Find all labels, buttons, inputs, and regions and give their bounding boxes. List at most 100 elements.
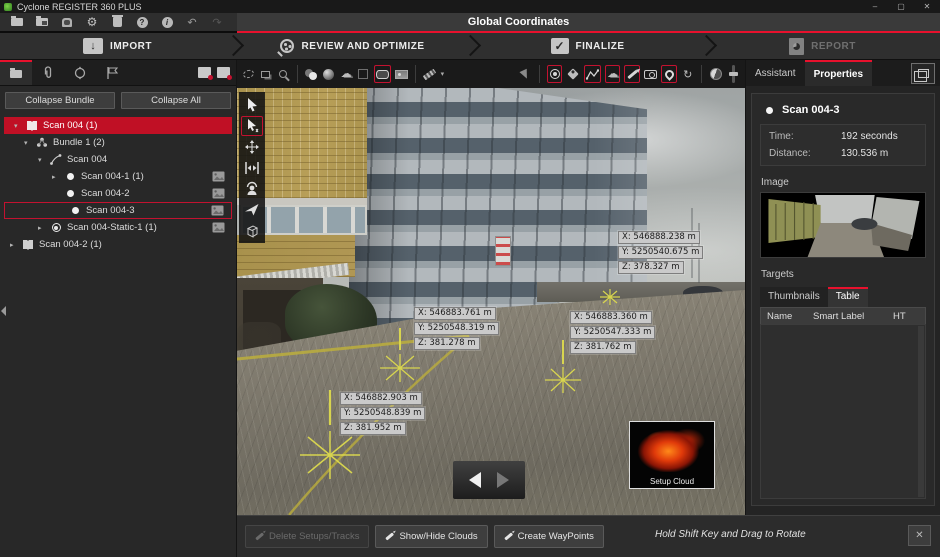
column-name[interactable]: Name	[761, 311, 813, 322]
zoom-window-icon[interactable]	[277, 66, 290, 82]
pan-icon[interactable]	[239, 136, 265, 157]
tree-row-bundle-1[interactable]: Bundle 1 (2)	[0, 134, 232, 151]
open-project-icon[interactable]	[35, 15, 49, 29]
column-smart-label[interactable]: Smart Label	[813, 311, 893, 322]
caret-right-icon[interactable]	[52, 173, 63, 181]
fly-icon[interactable]	[239, 199, 265, 220]
tree-row-scan-004-2-bundle[interactable]: Scan 004-2 (1)	[0, 236, 232, 253]
import-icon	[83, 38, 103, 54]
left-panel-collapse-arrow[interactable]	[1, 306, 6, 316]
folder-icon	[10, 70, 22, 78]
previous-setup-button[interactable]	[469, 472, 481, 488]
open-folder-icon[interactable]	[10, 15, 24, 29]
project-book-icon	[25, 120, 39, 131]
create-waypoints-button[interactable]: Create WayPoints	[494, 525, 604, 548]
select-cursor-icon[interactable]	[239, 94, 265, 115]
import-more-data-icon[interactable]	[198, 67, 211, 78]
tree-row-scan-004-3[interactable]: Scan 004-3	[4, 202, 232, 219]
panorama-view-icon[interactable]	[374, 65, 391, 83]
point-colors-icon[interactable]	[305, 66, 318, 82]
tab-properties[interactable]: Properties	[805, 60, 872, 86]
multi-select-cursor-icon[interactable]	[241, 116, 263, 136]
show-hide-clouds-button[interactable]: Show/Hide Clouds	[375, 525, 487, 548]
tab-bundle-graph[interactable]	[96, 60, 128, 85]
add-bundle-icon[interactable]	[217, 67, 230, 78]
rectangle-select-icon[interactable]	[259, 66, 272, 82]
bottom-bar-close-button[interactable]: ✕	[908, 525, 931, 546]
undo-icon[interactable]: ↶	[185, 15, 199, 29]
collapse-all-button[interactable]: Collapse All	[121, 92, 231, 109]
maximize-button[interactable]: ▢	[888, 0, 914, 13]
add-cloud-icon[interactable]: ☁	[605, 65, 621, 83]
tree-row-scan-004-track[interactable]: Scan 004	[0, 151, 232, 168]
redo-icon[interactable]: ↷	[210, 15, 224, 29]
help-icon[interactable]	[135, 15, 149, 29]
caret-down-icon[interactable]	[38, 156, 49, 164]
add-waypoint-icon[interactable]	[661, 65, 677, 83]
caret-down-icon[interactable]	[14, 122, 25, 130]
tab-attachments[interactable]	[32, 60, 64, 85]
tree-row-scan-004-2-setup[interactable]: Scan 004-2	[0, 185, 232, 202]
pano-image-icon[interactable]	[395, 66, 408, 82]
track-link-icon	[49, 154, 63, 165]
pano-frame-icon[interactable]	[357, 66, 370, 82]
workflow-step-finalize[interactable]: FINALIZE	[470, 33, 705, 59]
setup-cloud-label: Setup Cloud	[630, 477, 714, 486]
tab-sitemap[interactable]	[64, 60, 96, 85]
tab-table[interactable]: Table	[828, 287, 868, 307]
tab-project-explorer[interactable]	[0, 60, 32, 85]
targets-table-scrollbar[interactable]	[918, 326, 924, 497]
workflow-step-report[interactable]: REPORT	[705, 33, 940, 59]
view-globe-icon[interactable]	[709, 66, 722, 82]
opacity-slider[interactable]	[727, 66, 740, 82]
scan-image-thumbnail[interactable]	[760, 192, 926, 258]
toolbar-divider	[539, 65, 540, 83]
add-label-icon[interactable]	[566, 66, 579, 82]
minimize-button[interactable]: –	[862, 0, 888, 13]
next-setup-button[interactable]	[497, 472, 509, 488]
setup-cloud-thumbnail[interactable]: Setup Cloud	[629, 421, 715, 489]
info-icon[interactable]	[160, 15, 174, 29]
image-thumbnail-icon[interactable]	[212, 188, 225, 199]
tree-row-scan-004-1[interactable]: Scan 004-1 (1)	[0, 168, 232, 185]
look-around-icon[interactable]	[239, 178, 265, 199]
delete-icon[interactable]	[110, 15, 124, 29]
pick-point-icon[interactable]	[519, 66, 532, 82]
collapse-bundle-button[interactable]: Collapse Bundle	[5, 92, 115, 109]
caret-right-icon[interactable]	[38, 224, 49, 232]
workflow-step-import[interactable]: IMPORT	[0, 33, 235, 59]
workflow-step-review-and-optimize[interactable]: REVIEW AND OPTIMIZE	[235, 33, 470, 59]
image-thumbnail-icon[interactable]	[212, 171, 225, 182]
publish-icon[interactable]	[60, 15, 74, 29]
caret-down-icon[interactable]	[24, 139, 35, 147]
setup-dot-icon	[63, 173, 77, 180]
add-mark-icon[interactable]	[624, 65, 640, 83]
add-camera-icon[interactable]	[644, 66, 657, 82]
tree-row-scan-004-static-1[interactable]: Scan 004-Static-1 (1)	[0, 219, 232, 236]
tab-assistant[interactable]: Assistant	[746, 60, 805, 86]
fence-select-icon[interactable]	[242, 66, 255, 82]
column-ht[interactable]: HT	[893, 311, 923, 322]
static-target-icon	[49, 223, 63, 232]
measure-dropdown-caret[interactable]: ▾	[441, 70, 448, 78]
tree-row-scan-004[interactable]: Scan 004 (1)	[4, 117, 232, 134]
measure-tool-icon[interactable]	[423, 66, 436, 82]
close-button[interactable]: ✕	[914, 0, 940, 13]
rotate-mode-icon[interactable]: ↻	[681, 66, 694, 82]
cube-view-icon[interactable]	[239, 220, 265, 241]
float-panel-button[interactable]	[911, 63, 935, 84]
image-thumbnail-icon[interactable]	[212, 222, 225, 233]
zoom-extents-icon[interactable]	[239, 157, 265, 178]
add-polyline-icon[interactable]	[584, 65, 601, 83]
image-thumbnail-icon[interactable]	[211, 205, 224, 216]
panorama-scene[interactable]: X: 546888.238 m Y: 5250540.675 m Z: 378.…	[237, 88, 745, 515]
settings-gear-icon[interactable]: ⚙	[85, 15, 99, 29]
caret-right-icon[interactable]	[10, 241, 21, 249]
toolbar-divider	[297, 65, 298, 83]
sphere-view-icon[interactable]	[322, 66, 335, 82]
delete-setups-tracks-button[interactable]: Delete Setups/Tracks	[245, 525, 369, 548]
setup-dot-icon	[766, 107, 773, 114]
find-target-icon[interactable]	[547, 65, 563, 83]
tab-thumbnails[interactable]: Thumbnails	[760, 287, 828, 307]
point-clouds-icon[interactable]: ☁	[339, 66, 352, 82]
